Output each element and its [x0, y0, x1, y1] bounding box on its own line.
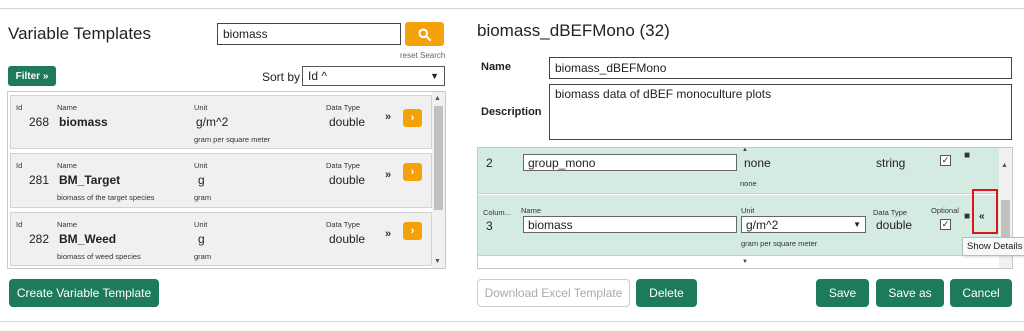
item-description: biomass of the target species — [57, 193, 155, 202]
column-optional-label: Optional — [931, 206, 959, 215]
id-label: Id — [16, 103, 23, 112]
name-label: Name — [57, 103, 78, 112]
cancel-button[interactable]: Cancel — [950, 279, 1012, 307]
page-title: Variable Templates — [8, 24, 152, 43]
description-input[interactable]: biomass data of dBEF monoculture plots — [549, 84, 1012, 140]
open-button[interactable]: › — [403, 109, 422, 127]
column-name-label: Name — [521, 206, 542, 215]
id-label: Id — [16, 220, 23, 229]
data-type-label: Data Type — [326, 220, 361, 229]
column-number-label: Colum... — [483, 208, 511, 217]
trash-icon[interactable]: ■ — [964, 150, 970, 161]
list-item[interactable]: Id Name Unit Data Type 268 biomass g/m^2… — [10, 95, 432, 149]
trash-icon[interactable]: ■ — [964, 211, 970, 222]
column-unit: none — [744, 156, 771, 170]
scroll-down-icon[interactable]: ▼ — [742, 259, 748, 265]
template-title: biomass_dBEFMono (32) — [477, 21, 670, 40]
delete-button[interactable]: Delete — [636, 279, 697, 307]
optional-checkbox[interactable]: ✓ — [940, 155, 951, 166]
variable-template-list: Id Name Unit Data Type 268 biomass g/m^2… — [7, 91, 446, 269]
column-unit-description: none — [740, 179, 757, 188]
data-type-label: Data Type — [326, 161, 361, 170]
search-button[interactable] — [405, 22, 444, 46]
list-item[interactable]: Id Name Unit Data Type 282 BM_Weed bioma… — [10, 212, 432, 266]
item-unit: g — [198, 232, 205, 246]
open-button[interactable]: › — [403, 222, 422, 240]
column-unit-select[interactable]: g/m^2 ▼ — [741, 216, 866, 233]
column-row[interactable]: Colum... Name Unit Data Type Optional 3 … — [478, 195, 1000, 256]
search-icon — [418, 28, 431, 41]
column-row[interactable]: 2 group_mono none none string ✓ ■ — [478, 148, 1000, 194]
name-label: Name — [57, 161, 78, 170]
item-unit: g — [198, 173, 205, 187]
show-details-tooltip: Show Details — [962, 237, 1024, 256]
expand-icon[interactable]: » — [385, 228, 391, 240]
scroll-up-icon[interactable]: ▲ — [1001, 162, 1008, 169]
column-unit-value: g/m^2 — [746, 217, 779, 232]
columns-list: 2 group_mono none none string ✓ ■ ▲ Colu… — [477, 147, 1013, 269]
list-scrollbar[interactable]: ▲ ▼ — [432, 92, 445, 268]
description-label: Description — [481, 106, 542, 118]
scrollbar-thumb[interactable] — [434, 106, 443, 210]
column-data-type: double — [876, 218, 913, 232]
column-number: 3 — [486, 219, 493, 233]
scroll-down-icon[interactable]: ▼ — [434, 258, 441, 265]
name-input[interactable]: biomass_dBEFMono — [549, 57, 1012, 79]
expand-icon[interactable]: » — [385, 111, 391, 123]
bottom-divider — [0, 321, 1024, 322]
item-id: 282 — [29, 232, 50, 246]
create-variable-template-button[interactable]: Create Variable Template — [9, 279, 159, 307]
item-unit: g/m^2 — [196, 115, 229, 129]
item-description: biomass of weed species — [57, 252, 141, 261]
column-data-type-label: Data Type — [873, 208, 908, 217]
item-name: biomass — [59, 115, 108, 129]
open-button[interactable]: › — [403, 163, 422, 181]
highlight-box — [972, 189, 998, 234]
column-number: 2 — [486, 156, 493, 170]
unit-label: Unit — [194, 161, 208, 170]
dropdown-caret-icon: ▼ — [853, 220, 861, 229]
column-unit-label: Unit — [741, 206, 755, 215]
column-name-input[interactable]: biomass — [523, 216, 737, 233]
item-unit-description: gram — [194, 252, 212, 261]
reset-search-link[interactable]: reset Search — [400, 51, 445, 60]
item-data-type: double — [329, 115, 366, 129]
optional-checkbox[interactable]: ✓ — [940, 219, 951, 230]
item-id: 268 — [29, 115, 50, 129]
list-item[interactable]: Id Name Unit Data Type 281 BM_Target bio… — [10, 153, 432, 208]
dropdown-caret-icon: ▼ — [430, 71, 439, 81]
column-unit-description: gram per square meter — [741, 239, 818, 248]
item-unit-description: gram per square meter — [194, 135, 271, 144]
item-data-type: double — [329, 232, 366, 246]
top-divider — [0, 8, 1024, 9]
scroll-up-icon[interactable]: ▲ — [742, 148, 748, 153]
scroll-up-icon[interactable]: ▲ — [434, 95, 441, 102]
unit-label: Unit — [194, 103, 208, 112]
sort-select-value: Id ^ — [308, 69, 327, 83]
item-id: 281 — [29, 173, 50, 187]
download-excel-template-button[interactable]: Download Excel Template — [477, 279, 630, 307]
item-name: BM_Weed — [59, 232, 117, 246]
sort-label: Sort by — [262, 70, 301, 84]
id-label: Id — [16, 161, 23, 170]
data-type-label: Data Type — [326, 103, 361, 112]
expand-icon[interactable]: » — [385, 169, 391, 181]
column-data-type: string — [876, 156, 906, 170]
name-label: Name — [57, 220, 78, 229]
save-as-button[interactable]: Save as — [876, 279, 944, 307]
search-input[interactable]: biomass — [217, 23, 401, 45]
name-label: Name — [481, 61, 511, 73]
unit-label: Unit — [194, 220, 208, 229]
column-name-input[interactable]: group_mono — [523, 154, 737, 171]
filter-button[interactable]: Filter » — [8, 66, 56, 86]
sort-select[interactable]: Id ^ ▼ — [302, 66, 445, 86]
item-unit-description: gram — [194, 193, 212, 202]
item-name: BM_Target — [59, 173, 121, 187]
item-data-type: double — [329, 173, 366, 187]
save-button[interactable]: Save — [816, 279, 869, 307]
